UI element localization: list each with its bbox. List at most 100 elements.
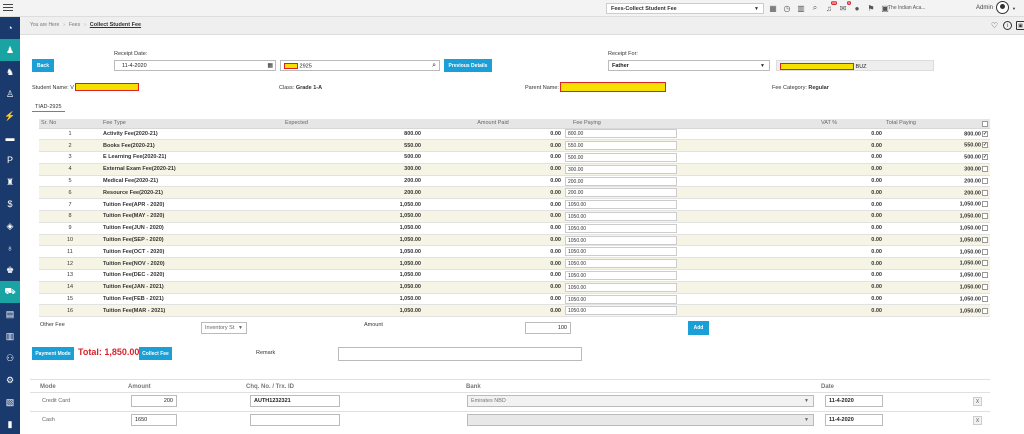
tab-student[interactable]: TIAD-2925 (32, 103, 65, 112)
remove-payment-button[interactable]: X (973, 416, 982, 425)
page-select[interactable]: Fees-Collect Student Fee ▼ (606, 3, 764, 14)
row-checkbox[interactable] (982, 225, 988, 232)
row-checkbox[interactable] (982, 272, 988, 279)
payment-amount-input[interactable]: 1650 (131, 414, 177, 426)
row-checkbox[interactable]: ✓ (982, 142, 988, 149)
heart-icon[interactable]: ♡ (990, 21, 999, 30)
gear-icon[interactable]: ⚙ (0, 369, 20, 391)
fee-paying-input[interactable]: 1050.00 (565, 211, 677, 221)
fee-paying-input[interactable]: 1050.00 (565, 282, 677, 292)
avatar[interactable] (996, 1, 1009, 14)
caret-down-icon[interactable]: ▼ (1012, 6, 1016, 11)
clock-icon[interactable]: ◷ (782, 3, 792, 13)
stethoscope-icon[interactable]: ♁ (0, 237, 20, 259)
fee-paying-input[interactable]: 500.00 (565, 152, 677, 162)
grid-icon[interactable]: ▦ (768, 3, 778, 13)
collect-fee-button[interactable]: Collect Fee (139, 347, 172, 360)
fee-paying-input[interactable]: 300.00 (565, 164, 677, 174)
add-button[interactable]: Add (688, 321, 709, 335)
back-button[interactable]: Back (32, 59, 54, 72)
breadcrumb-current[interactable]: Collect Student Fee (90, 22, 141, 28)
fees-icon[interactable]: $ (0, 193, 20, 215)
previous-details-button[interactable]: Previous Details (444, 59, 492, 72)
row-checkbox[interactable] (982, 213, 988, 220)
select-all-checkbox[interactable] (982, 120, 988, 127)
fee-paying-input[interactable]: 1050.00 (565, 270, 677, 280)
bus-icon[interactable]: ⛟ (0, 281, 20, 303)
breadcrumb-section[interactable]: Fees (69, 22, 80, 28)
remove-payment-button[interactable]: X (973, 397, 982, 406)
parking-icon[interactable]: P (0, 149, 20, 171)
staff-icon[interactable]: ♜ (0, 171, 20, 193)
fee-paying-input[interactable]: 1050.00 (565, 306, 677, 316)
user-label[interactable]: Admin (976, 5, 993, 11)
info-icon[interactable]: i (1003, 21, 1012, 30)
sidebar: ◔ ♟ ♞ ♙ ⚡ ▬ P ♜ $ ◈ ♁ ♚ ⛟ ▤ ▥ ⚇ ⚙ ▧ ▮ (0, 17, 20, 434)
fee-paying-input[interactable]: 1050.00 (565, 259, 677, 269)
cubes-icon[interactable]: ◈ (0, 215, 20, 237)
payment-date-input[interactable]: 11-4-2020 (825, 414, 883, 426)
fee-paying-input[interactable]: 1050.00 (565, 223, 677, 233)
people-icon[interactable]: ⚇ (0, 347, 20, 369)
receipt-for-select[interactable]: Father ▼ (608, 60, 770, 71)
fee-paying-input[interactable]: 200.00 (565, 188, 677, 198)
teacher-icon[interactable]: ♚ (0, 259, 20, 281)
cell-expected: 1,050.00 (283, 198, 423, 212)
remark-input[interactable] (338, 347, 582, 361)
row-checkbox[interactable] (982, 236, 988, 243)
mail-icon[interactable]: ✉ 6 (838, 1, 851, 13)
other-fee-select[interactable]: Inventory St ▼ (201, 322, 247, 334)
flag-icon[interactable]: ⚑ (866, 3, 876, 13)
payment-mode-button[interactable]: Payment Mode (32, 347, 74, 360)
dashboard-icon[interactable]: ◔ (0, 17, 20, 39)
fee-paying-input[interactable]: 800.00 (565, 129, 677, 139)
fee-paying-input[interactable]: 200.00 (565, 176, 677, 186)
fee-paying-input[interactable]: 1050.00 (565, 294, 677, 304)
row-checkbox[interactable] (982, 307, 988, 314)
fee-paying-input[interactable]: 1050.00 (565, 247, 677, 257)
row-checkbox[interactable]: ✓ (982, 154, 988, 161)
payment-bank-select[interactable]: Emirates NBD ▼ (467, 395, 814, 407)
row-checkbox[interactable] (982, 166, 988, 173)
board-icon[interactable]: ▤ (0, 303, 20, 325)
payment-amount-input[interactable]: 200 (131, 395, 177, 407)
row-checkbox[interactable] (982, 260, 988, 267)
search-icon[interactable]: ⌕ (432, 62, 436, 70)
table-row: 5 Medical Fee(2020-21) 200.00 0.00 200.00 0.0… (39, 175, 990, 188)
payment-trx-input[interactable] (250, 414, 340, 426)
user-icon[interactable]: ♙ (0, 83, 20, 105)
bar-chart-icon[interactable]: ▮ (0, 413, 20, 434)
search-icon[interactable]: ⌕ (810, 3, 820, 13)
fee-paying-input[interactable]: 550.00 (565, 141, 677, 151)
receipt-date-input[interactable]: 11-4-2020 ▦ (114, 60, 276, 71)
payment-trx-input[interactable]: AUTH1232321 (250, 395, 340, 407)
bell-icon[interactable]: ♫ 88 (824, 1, 837, 13)
run-icon[interactable]: ⚡ (0, 105, 20, 127)
library-icon[interactable]: ▥ (0, 325, 20, 347)
menu-icon[interactable] (3, 4, 13, 12)
chart-icon[interactable]: ▥ (796, 3, 806, 13)
student-icon[interactable]: ♟ (0, 39, 20, 61)
cell-amount-paid: 0.00 (423, 175, 563, 188)
row-checkbox[interactable]: ✓ (982, 130, 988, 137)
calendar-icon[interactable]: ▦ (267, 62, 273, 69)
report-icon[interactable]: ▧ (0, 391, 20, 413)
family-icon[interactable]: ♞ (0, 61, 20, 83)
cell-total-paying: 1,050.00 (884, 269, 990, 282)
wallet-icon[interactable]: ▬ (0, 127, 20, 149)
row-checkbox[interactable] (982, 248, 988, 255)
other-fee-amount-input[interactable]: 100 (525, 322, 571, 334)
cell-fee-paying: 1050.00 (563, 269, 819, 282)
info-icon[interactable]: ● (852, 3, 862, 13)
fee-paying-input[interactable]: 1050.00 (565, 235, 677, 245)
row-checkbox[interactable] (982, 295, 988, 302)
row-checkbox[interactable] (982, 189, 988, 196)
payment-date-input[interactable]: 11-4-2020 (825, 395, 883, 407)
fee-paying-input[interactable]: 1050.00 (565, 200, 677, 210)
copy-icon[interactable]: ▣ (1016, 21, 1024, 30)
row-checkbox[interactable] (982, 177, 988, 184)
student-search-input[interactable]: 2925 ⌕ (280, 60, 440, 71)
row-checkbox[interactable] (982, 201, 988, 208)
payment-bank-select[interactable]: ▼ (467, 414, 814, 426)
row-checkbox[interactable] (982, 284, 988, 291)
